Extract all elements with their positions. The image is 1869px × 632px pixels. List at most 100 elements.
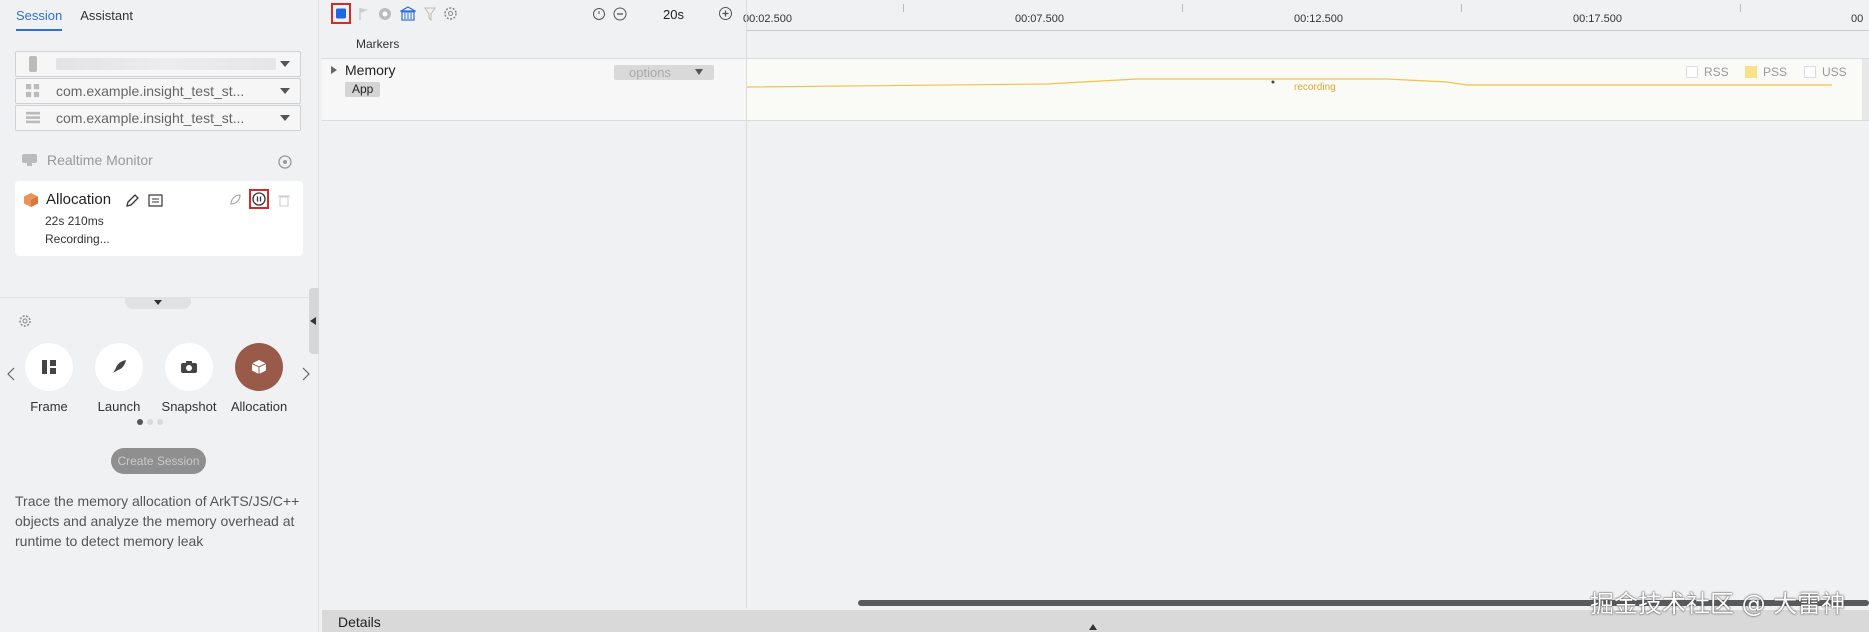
options-dropdown[interactable]: options	[614, 65, 714, 80]
cube-icon	[24, 193, 38, 207]
ruler-tick-label: 00:12.500	[1294, 13, 1343, 25]
details-label: Details	[338, 614, 381, 630]
ruler-tick-label: 00:02.500	[743, 13, 792, 25]
timeline-toolbar: 20s	[322, 0, 746, 30]
pager-dot[interactable]	[137, 419, 143, 425]
ruler-tick-label: 00	[1851, 13, 1864, 25]
reset-zoom-icon[interactable]	[592, 7, 606, 21]
uss-checkbox[interactable]	[1804, 66, 1816, 78]
app-select-value: com.example.insight_test_st...	[56, 83, 245, 99]
legend-uss[interactable]: USS	[1804, 65, 1847, 79]
frame-icon	[42, 360, 56, 374]
tool-frame[interactable]: Frame	[16, 343, 82, 414]
details-list-icon[interactable]	[148, 193, 163, 208]
device-selectors: com.example.insight_test_st... com.examp…	[15, 51, 301, 132]
memory-track-title: Memory	[345, 62, 396, 78]
chevron-down-icon	[154, 300, 162, 305]
tool-frame-circle	[25, 343, 73, 391]
column-divider	[746, 0, 747, 608]
ruler-tick-label: 00:17.500	[1573, 13, 1622, 25]
tool-description: Trace the memory allocation of ArkTS/JS/…	[15, 493, 300, 549]
legend-uss-label: USS	[1822, 65, 1847, 79]
chevron-left-icon	[310, 317, 316, 325]
camera-icon	[181, 361, 197, 373]
delete-icon[interactable]	[277, 193, 291, 207]
ruler-tick-label: 00:07.500	[1015, 13, 1064, 25]
legend-pss-label: PSS	[1763, 65, 1788, 79]
session-duration: 22s 210ms	[45, 214, 104, 228]
legend-pss[interactable]: PSS	[1745, 65, 1787, 79]
app-badge: App	[345, 82, 381, 97]
record-dot-icon[interactable]	[378, 7, 392, 21]
launch-rocket-icon[interactable]	[228, 193, 242, 207]
realtime-monitor[interactable]: Realtime Monitor	[22, 152, 153, 168]
recording-label: recording	[1294, 82, 1336, 93]
process-select[interactable]: com.example.insight_test_st...	[15, 105, 301, 131]
create-session-button[interactable]: Create Session	[111, 448, 206, 474]
tab-assistant[interactable]: Assistant	[80, 8, 133, 31]
session-panel: Session Assistant com.example.insight_te…	[0, 0, 319, 632]
pause-icon	[252, 192, 266, 206]
tool-launch-circle	[95, 343, 143, 391]
expand-triangle-icon[interactable]	[331, 66, 337, 74]
session-title: Allocation	[46, 191, 112, 208]
process-select-value: com.example.insight_test_st...	[56, 110, 245, 126]
session-status: Recording...	[45, 232, 110, 246]
chevron-up-icon[interactable]	[1089, 624, 1097, 630]
zoom-out-icon[interactable]	[613, 7, 627, 21]
chevron-down-icon	[280, 61, 290, 67]
ruler-tick	[1740, 4, 1741, 12]
chevron-left-icon[interactable]	[7, 367, 15, 381]
process-icon	[26, 111, 40, 124]
device-name-redacted	[56, 58, 276, 70]
zoom-in-icon[interactable]	[718, 6, 733, 21]
ruler-tick	[1461, 4, 1462, 12]
tool-allocation-circle	[235, 343, 283, 391]
tool-snapshot-circle	[165, 343, 213, 391]
chevron-down-icon	[695, 69, 703, 75]
pager-dot[interactable]	[157, 419, 163, 425]
edit-icon[interactable]	[125, 193, 140, 208]
tool-launch[interactable]: Launch	[86, 343, 152, 414]
ruler-tick	[1182, 4, 1183, 12]
heap-bank-icon[interactable]	[400, 6, 416, 22]
cube-icon	[251, 360, 267, 374]
gear-icon[interactable]	[18, 314, 32, 328]
record-target-icon[interactable]	[278, 155, 292, 169]
realtime-monitor-label: Realtime Monitor	[47, 152, 153, 168]
vertical-scrollbar-track[interactable]	[1862, 59, 1869, 120]
legend-rss-label: RSS	[1704, 65, 1729, 79]
collapse-handle[interactable]	[125, 297, 191, 309]
chevron-down-icon	[280, 115, 290, 121]
tool-allocation-label: Allocation	[230, 399, 288, 414]
device-select[interactable]	[15, 51, 301, 77]
tool-snapshot[interactable]: Snapshot	[156, 343, 222, 414]
app-select[interactable]: com.example.insight_test_st...	[15, 78, 301, 104]
chevron-down-icon	[280, 88, 290, 94]
rss-checkbox[interactable]	[1686, 66, 1698, 78]
rocket-icon	[113, 360, 126, 373]
options-label: options	[629, 65, 671, 80]
tool-frame-label: Frame	[30, 399, 68, 414]
track-divider	[322, 120, 1869, 121]
filter-icon[interactable]	[424, 7, 436, 21]
panel-tabs: Session Assistant	[16, 8, 133, 31]
pss-checkbox[interactable]	[1745, 66, 1757, 78]
stop-icon	[336, 8, 346, 19]
carousel-pager	[137, 419, 163, 425]
app-grid-icon	[26, 84, 40, 98]
pause-record-button[interactable]	[249, 189, 269, 209]
panel-resize-handle[interactable]	[309, 288, 319, 354]
time-ruler[interactable]: 00:02.500 00:07.500 00:12.500 00:17.500 …	[743, 0, 1869, 31]
watermark: 掘金技术社区 @ 大雷神	[1590, 590, 1846, 618]
legend-rss[interactable]: RSS	[1686, 65, 1729, 79]
flag-icon[interactable]	[358, 7, 370, 21]
session-card[interactable]: Allocation 22s 210ms Recording...	[15, 181, 303, 256]
gear-icon[interactable]	[443, 6, 458, 21]
stop-record-button[interactable]	[331, 3, 351, 24]
tool-allocation[interactable]: Allocation	[226, 343, 292, 414]
chevron-right-icon[interactable]	[302, 367, 310, 381]
tab-session[interactable]: Session	[16, 8, 63, 31]
ruler-tick	[903, 4, 904, 12]
pager-dot[interactable]	[147, 419, 153, 425]
